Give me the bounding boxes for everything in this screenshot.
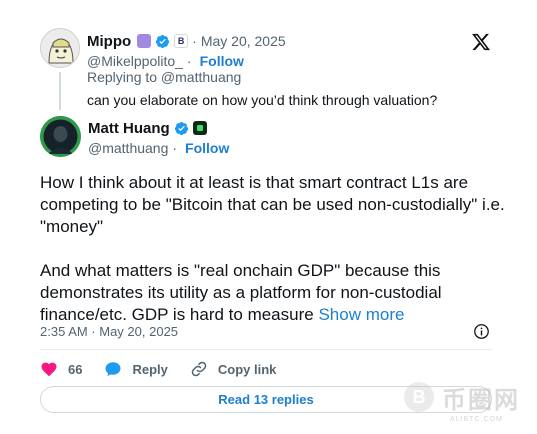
site-watermark: B 币圈网 ALIBTC.COM	[400, 378, 530, 432]
main-author-name[interactable]: Matt Huang	[88, 120, 170, 137]
replying-to-label: Replying to @matthuang	[87, 69, 242, 85]
separator-dot: ·	[186, 52, 192, 69]
follow-matt-button[interactable]: Follow	[185, 140, 229, 156]
watermark-coin-icon: B	[404, 382, 434, 412]
link-icon	[191, 361, 207, 377]
embedded-tweet-card: Mippo B · May 20, 2025 @Mikelppolito_ · …	[0, 0, 537, 434]
tweet-paragraph-1: How I think about it at least is that sm…	[40, 173, 505, 236]
reply-action[interactable]: Reply	[104, 360, 168, 378]
purple-badge-icon	[137, 34, 152, 48]
parent-handle[interactable]: @Mikelppolito_	[87, 53, 183, 69]
verified-badge-icon	[174, 121, 188, 135]
show-more-link[interactable]: Show more	[318, 305, 404, 324]
info-icon[interactable]	[473, 323, 490, 340]
main-tweet-text: How I think about it at least is that sm…	[40, 172, 510, 326]
main-handle-row: @matthuang · Follow	[88, 139, 229, 156]
parent-date[interactable]: May 20, 2025	[201, 33, 286, 49]
matt-huang-avatar[interactable]	[40, 116, 81, 157]
mippo-avatar[interactable]	[40, 28, 80, 68]
like-count: 66	[68, 361, 83, 377]
follow-mippo-button[interactable]: Follow	[200, 53, 244, 69]
main-author-row: Matt Huang	[88, 119, 207, 137]
paradigm-affiliate-icon	[192, 121, 207, 135]
affiliate-badge-icon: B	[174, 34, 189, 48]
separator-dot: ·	[192, 33, 197, 49]
separator-dot: ·	[172, 139, 178, 156]
watermark-subtext: ALIBTC.COM	[450, 416, 503, 423]
x-logo-icon[interactable]	[470, 32, 492, 52]
parent-author-name[interactable]: Mippo	[87, 33, 131, 50]
parent-tweet-text: can you elaborate on how you’d think thr…	[87, 92, 438, 108]
verified-badge-icon	[156, 34, 170, 48]
tweet-actions-bar: 66 Reply Copy link	[40, 359, 298, 379]
reply-bubble-icon	[105, 362, 121, 377]
reply-label: Reply	[132, 361, 168, 377]
heart-icon	[41, 362, 57, 377]
main-handle[interactable]: @matthuang	[88, 140, 168, 156]
thread-connector-line	[59, 72, 61, 110]
parent-author-row: Mippo B · May 20, 2025	[87, 32, 286, 50]
divider	[40, 349, 492, 350]
parent-handle-row: @Mikelppolito_ · Follow	[87, 52, 244, 69]
like-action[interactable]: 66	[40, 360, 82, 378]
copy-link-label: Copy link	[217, 361, 277, 377]
copy-link-action[interactable]: Copy link	[190, 360, 277, 378]
tweet-timestamp[interactable]: 2:35 AM · May 20, 2025	[40, 323, 178, 339]
tweet-paragraph-2: And what matters is "real onchain GDP" b…	[40, 260, 510, 326]
watermark-text: 币圈网	[442, 387, 520, 414]
